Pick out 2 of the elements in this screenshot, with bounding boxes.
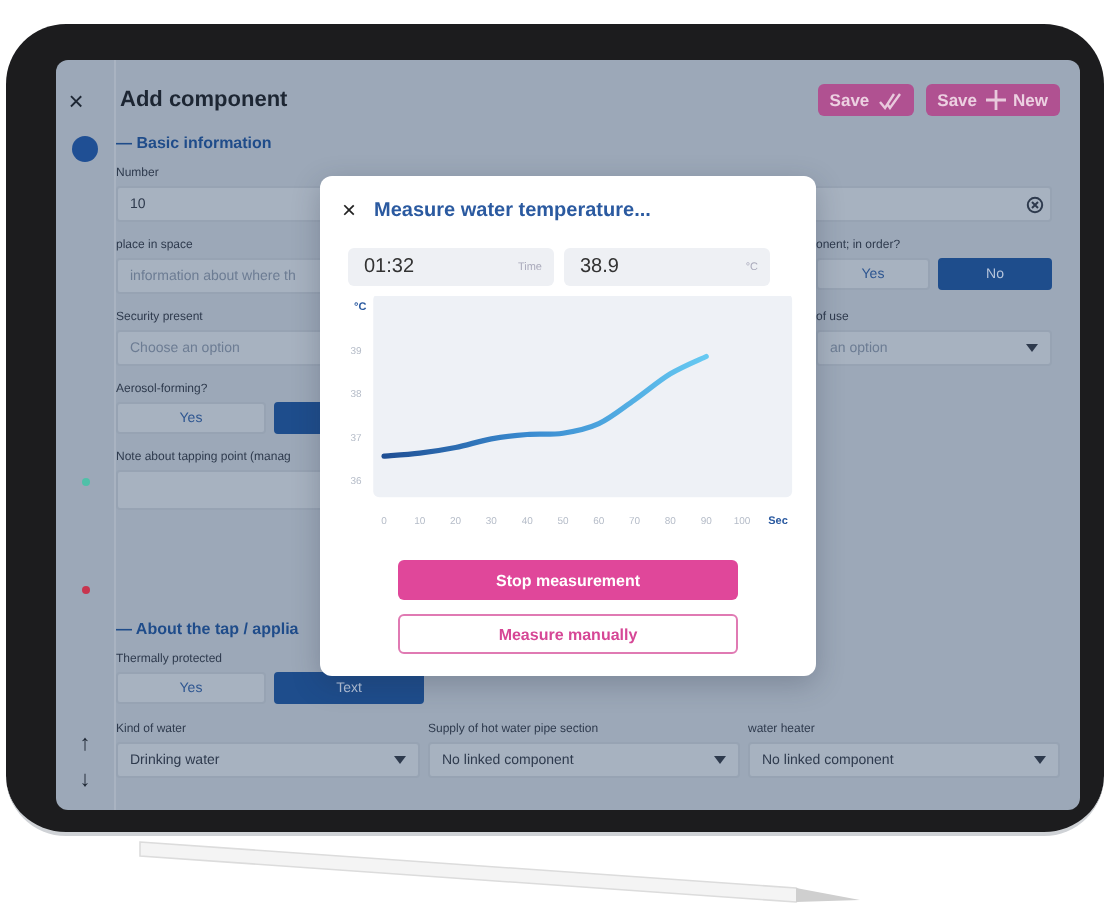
window-title: Add component [120,88,288,112]
dialog-title: Measure water temperature... [374,199,651,221]
